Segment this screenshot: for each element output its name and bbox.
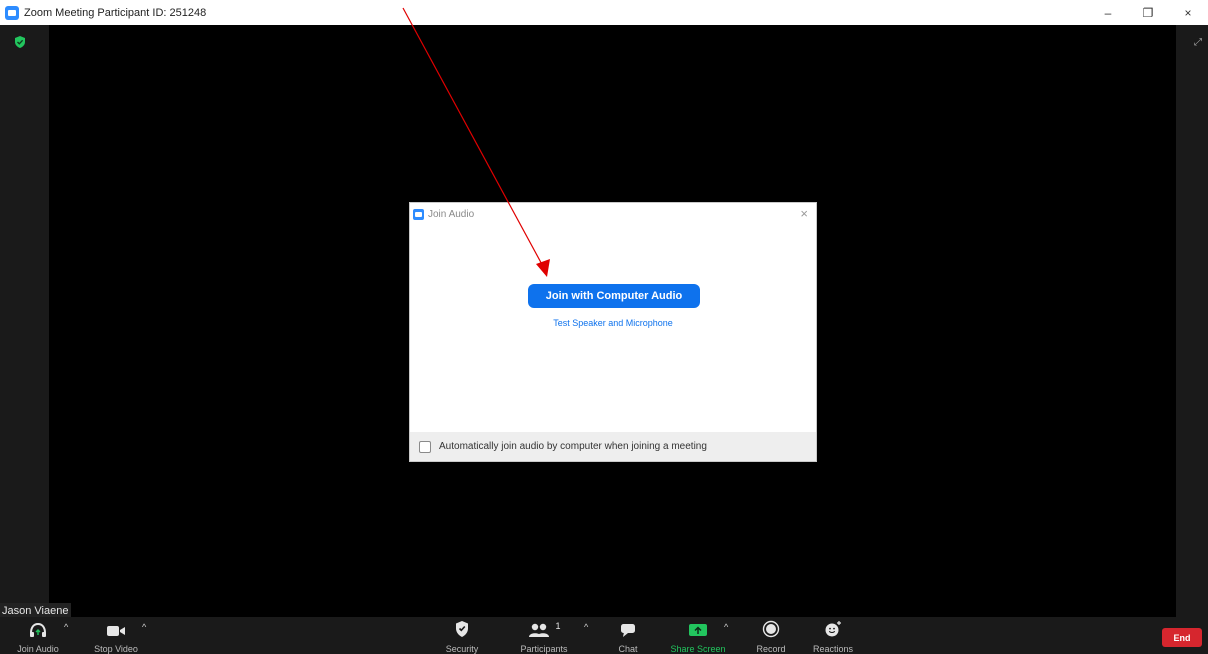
chat-button[interactable]: Chat <box>612 617 644 654</box>
test-speaker-microphone-link[interactable]: Test Speaker and Microphone <box>410 318 816 328</box>
restore-button[interactable]: ❐ <box>1128 0 1168 25</box>
chat-label: Chat <box>618 644 638 654</box>
video-options-caret[interactable]: ^ <box>142 622 146 632</box>
record-label: Record <box>756 644 786 654</box>
reactions-smiley-icon <box>825 621 841 637</box>
meeting-toolbar: Join Audio ^ Stop Video ^ Security 1 Par… <box>0 617 1208 654</box>
auto-join-audio-label[interactable]: Automatically join audio by computer whe… <box>439 441 707 452</box>
reactions-label: Reactions <box>812 644 854 654</box>
security-label: Security <box>445 644 479 654</box>
join-audio-button[interactable]: Join Audio <box>14 617 62 654</box>
participants-options-caret[interactable]: ^ <box>584 622 588 632</box>
dialog-close-button[interactable]: × <box>800 206 808 221</box>
stop-video-button[interactable]: Stop Video <box>86 617 146 654</box>
record-button[interactable]: Record <box>750 617 792 654</box>
security-button[interactable]: Security <box>440 617 484 654</box>
dialog-header: Join Audio <box>410 203 816 225</box>
reactions-button[interactable]: Reactions <box>806 617 860 654</box>
participants-icon <box>529 623 550 637</box>
zoom-dialog-icon <box>413 208 424 220</box>
participants-label: Participants <box>520 644 568 654</box>
zoom-app-icon <box>5 5 19 20</box>
share-options-caret[interactable]: ^ <box>724 622 728 632</box>
share-screen-arrow-icon <box>689 624 707 636</box>
window-titlebar: Zoom Meeting Participant ID: 251248 – ❐ … <box>0 0 1208 25</box>
headphones-icon <box>30 622 46 637</box>
audio-options-caret[interactable]: ^ <box>64 622 68 632</box>
security-shield-icon <box>456 621 468 637</box>
dialog-title: Join Audio <box>428 208 475 220</box>
fullscreen-expand-icon[interactable]: ⤢ <box>1194 37 1202 48</box>
close-window-button[interactable]: × <box>1168 0 1208 25</box>
end-meeting-button[interactable]: End <box>1162 628 1202 647</box>
join-computer-audio-button[interactable]: Join with Computer Audio <box>528 284 700 308</box>
minimize-button[interactable]: – <box>1088 0 1128 25</box>
join-audio-dialog: Join Audio × Join with Computer Audio Te… <box>409 202 817 462</box>
join-audio-label: Join Audio <box>17 644 59 654</box>
record-icon <box>762 620 780 638</box>
window-title: Zoom Meeting Participant ID: 251248 <box>24 6 207 19</box>
window-controls: – ❐ × <box>1088 0 1208 25</box>
share-screen-label: Share Screen <box>670 644 726 654</box>
share-screen-button[interactable]: Share Screen <box>666 617 730 654</box>
dialog-footer: Automatically join audio by computer whe… <box>410 432 816 461</box>
chat-bubble-icon <box>621 624 635 637</box>
encryption-shield-icon[interactable] <box>13 35 27 49</box>
stop-video-label: Stop Video <box>94 644 138 654</box>
participants-count: 1 <box>555 621 561 631</box>
auto-join-audio-checkbox[interactable] <box>419 440 431 453</box>
participants-button[interactable]: 1 Participants <box>512 617 576 654</box>
video-camera-icon <box>107 626 125 636</box>
